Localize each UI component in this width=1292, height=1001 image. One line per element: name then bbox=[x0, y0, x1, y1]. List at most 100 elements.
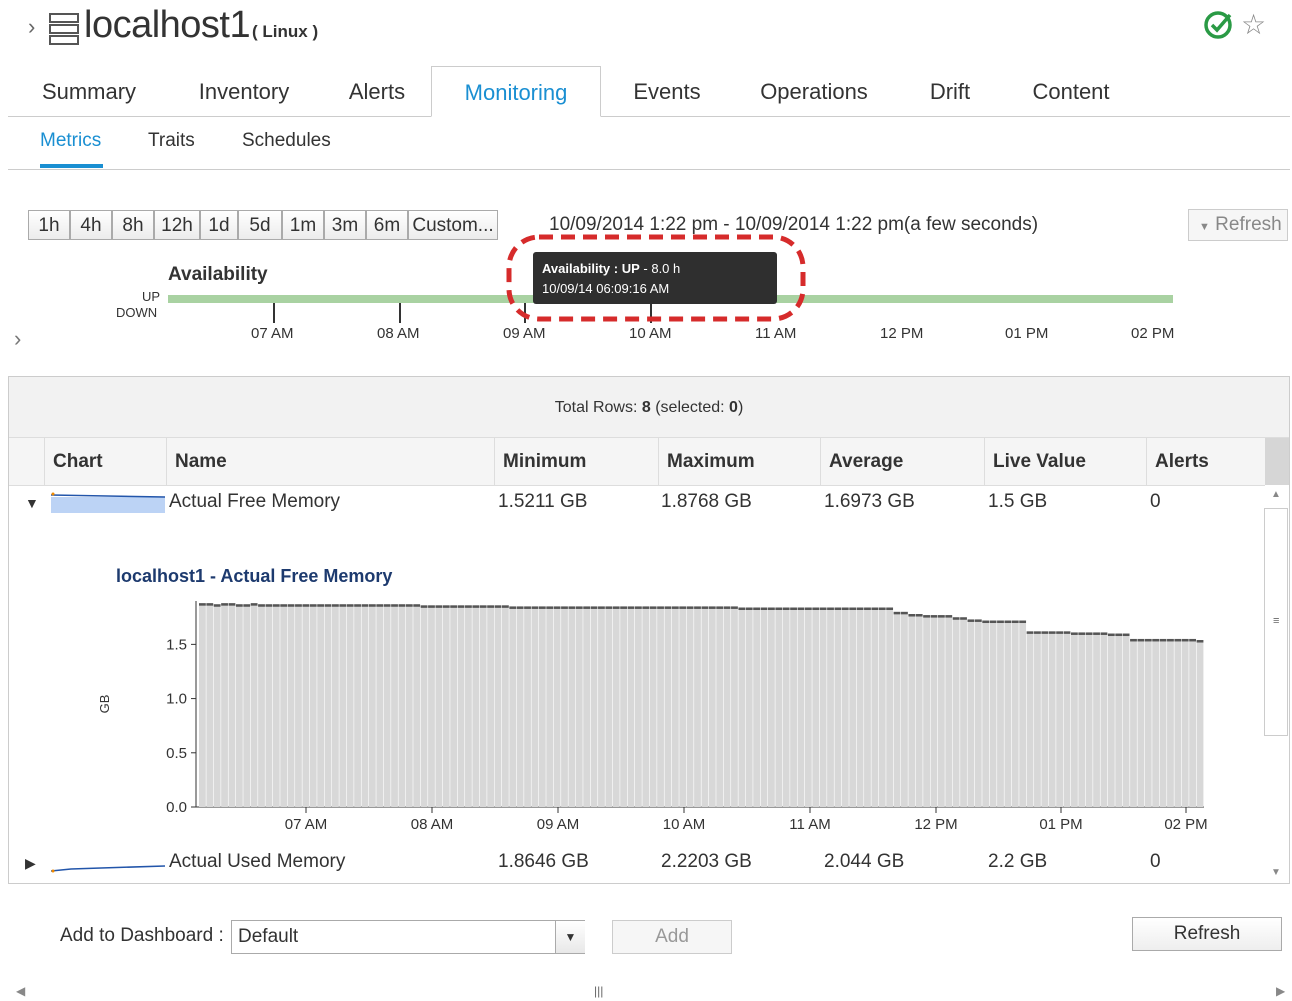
chart-bar-cap bbox=[937, 615, 945, 618]
column-name[interactable]: Name bbox=[166, 438, 494, 485]
column-maximum[interactable]: Maximum bbox=[658, 438, 820, 485]
x-tick-label: 07 AM bbox=[285, 816, 328, 833]
chart-bar-cap bbox=[1078, 632, 1086, 635]
tab-monitoring[interactable]: Monitoring bbox=[431, 66, 601, 117]
tab-events[interactable]: Events bbox=[618, 66, 716, 116]
chart-bar-cap bbox=[376, 604, 384, 607]
column-alerts[interactable]: Alerts bbox=[1146, 438, 1265, 485]
availability-time-label: 11 AM bbox=[755, 325, 797, 342]
scroll-right-arrow-icon[interactable]: ▶ bbox=[1276, 984, 1285, 998]
chart-bar bbox=[391, 604, 398, 807]
chart-bar-cap bbox=[568, 606, 576, 609]
chart-bar bbox=[642, 606, 650, 807]
chart-bar-cap bbox=[841, 607, 849, 611]
expand-chevron-icon[interactable]: › bbox=[28, 14, 35, 40]
chart-bar-cap bbox=[258, 604, 265, 607]
chart-bar-cap bbox=[790, 607, 797, 611]
tab-inventory[interactable]: Inventory bbox=[180, 66, 308, 116]
chart-bar-cap bbox=[413, 604, 421, 607]
chart-bar-cap bbox=[612, 606, 620, 609]
chart-bar bbox=[1174, 638, 1182, 807]
metric-live-value: 1.5 GB bbox=[988, 491, 1048, 512]
chart-bar-cap bbox=[531, 606, 539, 609]
add-button[interactable]: Add bbox=[612, 920, 732, 954]
chart-bar-cap bbox=[472, 605, 480, 608]
range-1d-button[interactable]: 1d bbox=[200, 210, 238, 240]
range-5d-button[interactable]: 5d bbox=[238, 210, 282, 240]
availability-time-label: 02 PM bbox=[1131, 325, 1175, 342]
chart-bar-cap bbox=[598, 606, 605, 609]
chart-bar-cap bbox=[649, 606, 657, 609]
chevron-right-icon[interactable]: › bbox=[14, 326, 21, 352]
chevron-down-icon[interactable]: ▼ bbox=[555, 921, 585, 953]
chart-bar bbox=[1070, 632, 1078, 807]
chart-bar bbox=[213, 604, 221, 807]
tab-drift[interactable]: Drift bbox=[916, 66, 984, 116]
table-row[interactable]: ▶ Actual Used Memory 1.8646 GB 2.2203 GB… bbox=[9, 845, 1265, 881]
range-12h-button[interactable]: 12h bbox=[154, 210, 200, 240]
scroll-grip-icon: ≡ bbox=[1273, 615, 1280, 627]
chart-bar-cap bbox=[1048, 631, 1056, 634]
column-minimum[interactable]: Minimum bbox=[494, 438, 658, 485]
range-3m-button[interactable]: 3m bbox=[324, 210, 366, 240]
collapse-triangle-icon[interactable]: ▼ bbox=[25, 495, 39, 511]
tab-content[interactable]: Content bbox=[1021, 66, 1121, 116]
range-1h-button[interactable]: 1h bbox=[28, 210, 70, 240]
chart-bar bbox=[841, 607, 849, 807]
dashboard-select[interactable]: Default ▼ bbox=[231, 920, 585, 954]
column-chart[interactable]: Chart bbox=[44, 438, 166, 485]
subtab-metrics[interactable]: Metrics bbox=[40, 130, 101, 152]
range-4h-button[interactable]: 4h bbox=[70, 210, 112, 240]
chart-bar bbox=[250, 603, 258, 807]
column-average[interactable]: Average bbox=[820, 438, 984, 485]
chart-bar-cap bbox=[716, 606, 724, 609]
chart-bar-cap bbox=[1100, 632, 1108, 635]
chart-bar bbox=[657, 606, 664, 807]
chart-bar bbox=[361, 604, 369, 807]
chart-bar-cap bbox=[642, 606, 650, 609]
chart-bar bbox=[332, 604, 339, 807]
chart-bar bbox=[649, 606, 657, 807]
chart-bar-cap bbox=[206, 603, 214, 606]
chart-bar bbox=[627, 606, 635, 807]
chart-bar bbox=[701, 606, 709, 807]
tab-operations[interactable]: Operations bbox=[748, 66, 880, 116]
active-subtab-indicator bbox=[40, 164, 103, 168]
chart-bar-cap bbox=[856, 607, 864, 611]
chart-bar-cap bbox=[760, 607, 768, 611]
tab-summary[interactable]: Summary bbox=[24, 66, 154, 116]
range-8h-button[interactable]: 8h bbox=[112, 210, 154, 240]
horizontal-scroll-grip-icon[interactable]: ||| bbox=[594, 984, 603, 998]
scroll-down-arrow-icon[interactable]: ▼ bbox=[1271, 867, 1281, 878]
tab-alerts[interactable]: Alerts bbox=[336, 66, 418, 116]
subtab-traits[interactable]: Traits bbox=[148, 130, 195, 152]
chart-bar bbox=[583, 606, 591, 807]
star-icon[interactable]: ☆ bbox=[1241, 10, 1266, 40]
chart-bar-cap bbox=[1181, 638, 1189, 642]
chart-bar-cap bbox=[479, 605, 487, 608]
chart-bar bbox=[472, 605, 480, 807]
chart-bar-cap bbox=[915, 614, 923, 617]
scroll-up-arrow-icon[interactable]: ▲ bbox=[1271, 489, 1281, 500]
free-memory-bar-chart[interactable]: 0.0 0.5 1.0 1.5 GB 07 AM 08 AM 09 AM 10 AM 11 AM 1… bbox=[79, 591, 1209, 841]
chart-bar bbox=[383, 604, 391, 807]
range-1m-button[interactable]: 1m bbox=[282, 210, 324, 240]
chart-bar-cap bbox=[575, 606, 583, 609]
chart-bar-cap bbox=[1189, 638, 1197, 642]
refresh-menu-button[interactable]: ▼ Refresh bbox=[1188, 209, 1288, 241]
chart-bar-cap bbox=[960, 617, 967, 620]
chart-bar bbox=[354, 604, 361, 807]
table-row[interactable]: ▼ Actual Free Memory 1.5211 GB 1.8768 GB… bbox=[9, 485, 1265, 521]
chart-bar bbox=[442, 605, 450, 807]
expand-triangle-icon[interactable]: ▶ bbox=[25, 855, 36, 872]
column-live-value[interactable]: Live Value bbox=[984, 438, 1146, 485]
refresh-button[interactable]: Refresh bbox=[1132, 917, 1282, 951]
range-custom-button[interactable]: Custom... bbox=[408, 210, 498, 240]
scroll-left-arrow-icon[interactable]: ◀ bbox=[16, 984, 25, 998]
range-6m-button[interactable]: 6m bbox=[366, 210, 408, 240]
availability-time-label: 01 PM bbox=[1005, 325, 1049, 342]
subtab-schedules[interactable]: Schedules bbox=[242, 130, 331, 152]
chart-bar-cap bbox=[657, 606, 664, 609]
chart-bar-cap bbox=[450, 605, 458, 608]
chart-bar-cap bbox=[1085, 632, 1093, 635]
